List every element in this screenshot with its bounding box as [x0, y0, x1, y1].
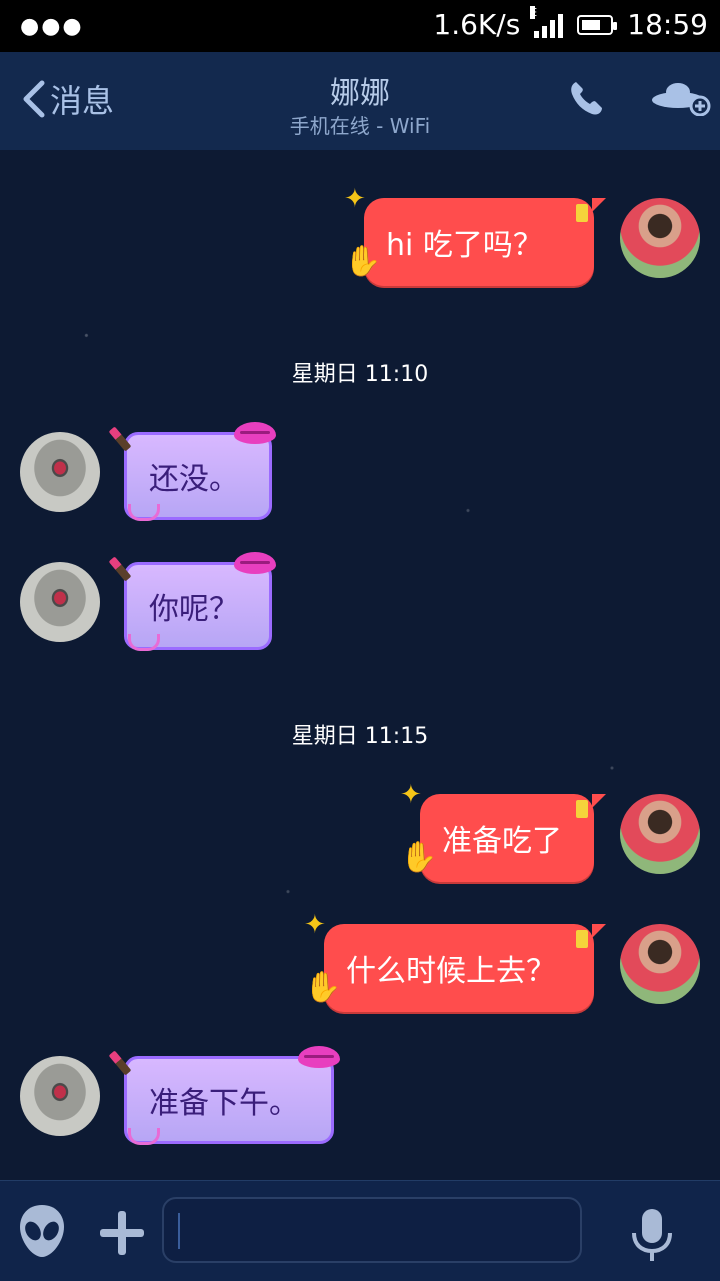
- network-speed: 1.6K/s: [433, 8, 521, 41]
- status-right: 1.6K/s E 18:59: [433, 5, 708, 41]
- message-text: hi 吃了吗？: [386, 228, 543, 263]
- microphone-icon[interactable]: [630, 1207, 674, 1267]
- ribbon-icon: [128, 634, 160, 651]
- phone-icon[interactable]: [566, 78, 606, 122]
- tag-icon: [576, 930, 588, 948]
- message-text: 准备下午。: [149, 1086, 299, 1121]
- ribbon-icon: [128, 504, 160, 521]
- sparkle-icon: ✦: [400, 780, 422, 810]
- signal-icon: E: [530, 5, 564, 38]
- message-input[interactable]: [162, 1197, 582, 1263]
- hand-icon: ✋: [344, 244, 382, 279]
- message-text: 还没。: [149, 462, 239, 497]
- timestamp: 星期日 11:15: [291, 724, 429, 749]
- contact-status: 手机在线 - WiFi: [289, 114, 431, 138]
- chat-area[interactable]: hi 吃了吗？ ✦ ✋ 星期日 11:10 还没。 你呢？ 星期日 11:15 …: [0, 150, 720, 1180]
- contact-avatar[interactable]: [20, 432, 100, 512]
- plus-icon[interactable]: [98, 1209, 146, 1261]
- outgoing-message[interactable]: 什么时候上去？: [324, 924, 606, 1012]
- message-text: 准备吃了: [442, 824, 562, 859]
- lips-icon: [298, 1046, 340, 1068]
- alien-emoji-icon[interactable]: [18, 1203, 66, 1263]
- contact-name: 娜娜: [330, 76, 390, 111]
- ufo-add-icon[interactable]: [650, 80, 712, 120]
- message-text: 你呢？: [149, 592, 239, 627]
- ribbon-icon: [128, 1128, 160, 1145]
- tag-icon: [576, 204, 588, 222]
- contact-avatar[interactable]: [20, 562, 100, 642]
- battery-icon: [577, 14, 618, 35]
- tag-icon: [576, 800, 588, 818]
- lips-icon: [234, 552, 276, 574]
- clock: 18:59: [627, 8, 708, 41]
- notification-dots-icon: ●●●: [20, 14, 84, 39]
- input-bar: [0, 1180, 720, 1281]
- my-avatar[interactable]: [620, 924, 700, 1004]
- chat-header: 消息 娜娜 手机在线 - WiFi: [0, 52, 720, 151]
- hand-icon: ✋: [400, 840, 438, 875]
- outgoing-message[interactable]: 准备吃了: [420, 794, 606, 882]
- outgoing-message[interactable]: hi 吃了吗？: [364, 198, 606, 286]
- text-cursor: [178, 1213, 180, 1249]
- status-bar: ●●● 1.6K/s E 18:59: [0, 0, 720, 52]
- contact-avatar[interactable]: [20, 1056, 100, 1136]
- hand-icon: ✋: [304, 970, 342, 1005]
- lips-icon: [234, 422, 276, 444]
- my-avatar[interactable]: [620, 198, 700, 278]
- message-text: 什么时候上去？: [346, 954, 556, 989]
- network-type: E: [530, 5, 538, 19]
- my-avatar[interactable]: [620, 794, 700, 874]
- sparkle-icon: ✦: [304, 910, 326, 940]
- sparkle-icon: ✦: [344, 184, 366, 214]
- timestamp: 星期日 11:10: [291, 362, 429, 387]
